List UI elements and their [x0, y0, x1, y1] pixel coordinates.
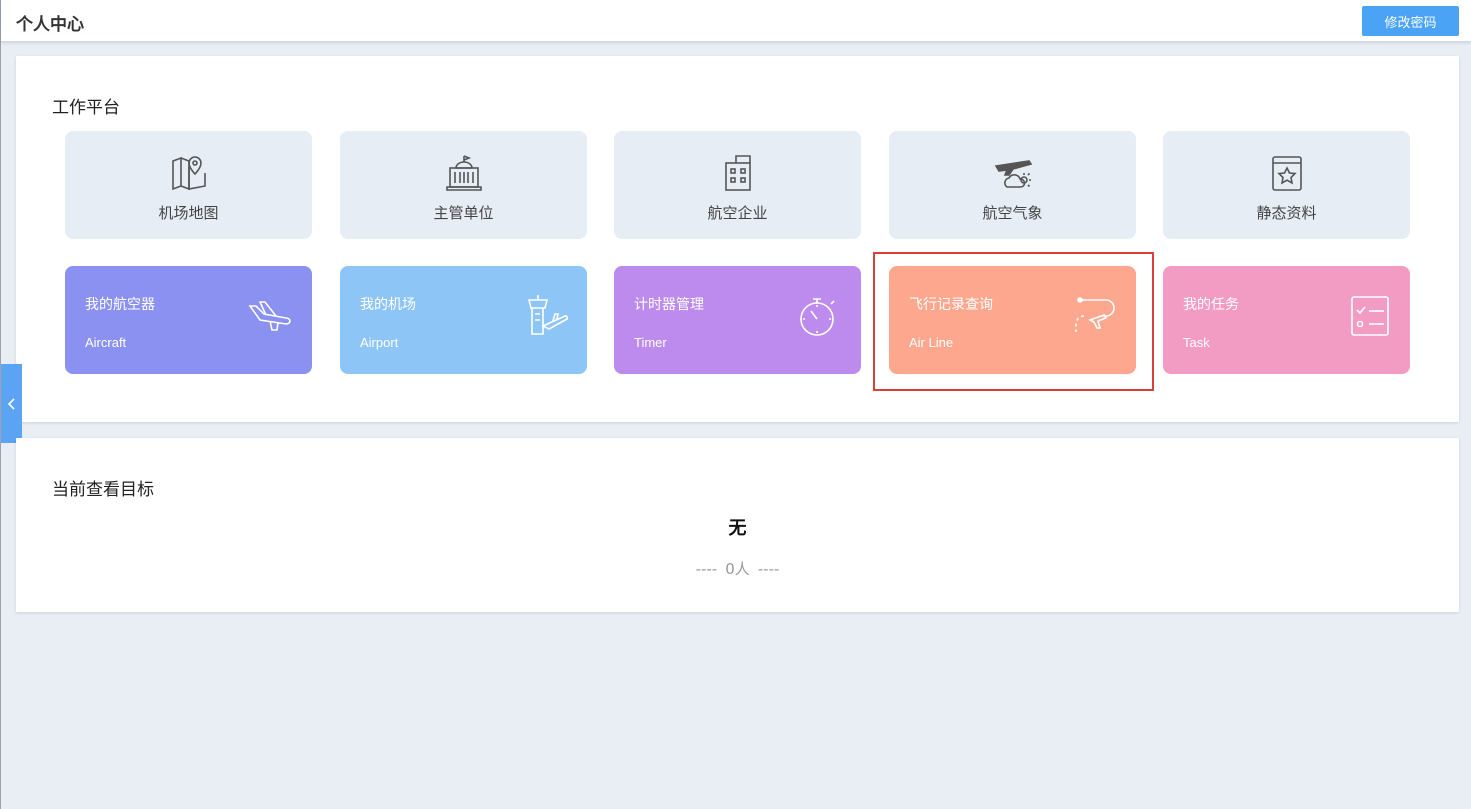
tile-aviation-weather[interactable]: 航空气象 — [889, 131, 1136, 239]
airplane-icon — [248, 301, 291, 331]
sidebar-toggle[interactable] — [1, 364, 22, 443]
selection-highlight — [873, 252, 1154, 391]
tile-title: 我的任务 — [1183, 297, 1239, 313]
tile-authority[interactable]: 主管单位 — [340, 131, 587, 239]
chevron-left-icon — [7, 397, 15, 410]
current-target-heading: 当前查看目标 — [52, 480, 154, 500]
tile-subtitle: Timer — [634, 335, 667, 350]
stopwatch-icon — [800, 298, 835, 336]
tile-my-tasks[interactable]: 我的任务 Task — [1163, 266, 1410, 374]
tile-static-data[interactable]: 静态资料 — [1163, 131, 1410, 239]
tile-title: 计时器管理 — [634, 297, 704, 313]
count-dash-left: ---- — [695, 560, 718, 578]
tile-subtitle: Airport — [360, 335, 399, 350]
workbench-panel: 工作平台 机场地图 主管单位 航空企业 航空气象 静态资料 我的航空器 Airc… — [16, 56, 1459, 422]
office-building-icon — [725, 155, 751, 191]
government-building-icon — [446, 155, 482, 191]
workbench-heading: 工作平台 — [52, 98, 120, 118]
tile-title: 我的机场 — [360, 297, 416, 313]
current-target-panel: 当前查看目标 无 ---- 0人 ---- — [16, 438, 1459, 612]
page-title: 个人中心 — [16, 15, 84, 35]
map-pin-icon — [172, 156, 206, 191]
star-book-icon — [1272, 156, 1302, 191]
tile-label: 主管单位 — [433, 204, 494, 222]
change-password-button[interactable]: 修改密码 — [1362, 6, 1459, 36]
target-count: ---- 0人 ---- — [16, 558, 1459, 579]
tile-airport-map[interactable]: 机场地图 — [65, 131, 312, 239]
tile-subtitle: Task — [1183, 335, 1210, 350]
tile-airline-company[interactable]: 航空企业 — [614, 131, 861, 239]
count-dash-right: ---- — [757, 560, 780, 578]
tile-title: 我的航空器 — [85, 297, 155, 313]
top-bar: 个人中心 修改密码 — [1, 0, 1471, 42]
tile-label: 静态资料 — [1256, 204, 1317, 222]
target-name: 无 — [728, 518, 747, 539]
tile-label: 航空企业 — [707, 204, 768, 222]
tile-my-airport[interactable]: 我的机场 Airport — [340, 266, 587, 374]
control-tower-icon — [527, 295, 569, 335]
tile-timer-management[interactable]: 计时器管理 Timer — [614, 266, 861, 374]
tile-label: 机场地图 — [158, 204, 219, 222]
tile-subtitle: Aircraft — [85, 335, 127, 350]
task-list-icon — [1351, 296, 1389, 336]
tile-label: 航空气象 — [982, 204, 1043, 222]
count-value: 0人 — [725, 560, 750, 578]
plane-weather-icon — [994, 160, 1033, 188]
tile-my-aircraft[interactable]: 我的航空器 Aircraft — [65, 266, 312, 374]
